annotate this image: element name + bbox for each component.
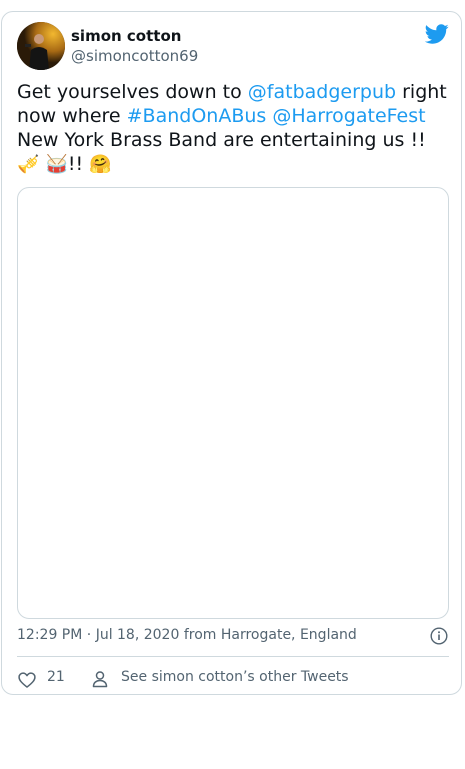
- tweet-text: Get yourselves down to @fatbadgerpub rig…: [17, 80, 457, 176]
- hugging-face-emoji: 🤗: [89, 154, 112, 175]
- divider: [17, 656, 449, 657]
- drum-emoji: 🥁: [45, 154, 68, 175]
- tweet-text-line-2: now where #BandOnABus @HarrogateFest: [17, 104, 457, 128]
- tweet-card: simon cotton @simoncotton69 Get yourselv…: [1, 11, 462, 695]
- meta-from: from: [179, 627, 221, 643]
- like-count[interactable]: 21: [47, 669, 65, 685]
- trumpet-emoji: 🎺: [17, 154, 40, 175]
- tweet-time[interactable]: 12:29 PM: [17, 627, 82, 643]
- mention-harrogatefest[interactable]: @HarrogateFest: [272, 105, 425, 127]
- tweet-date[interactable]: Jul 18, 2020: [96, 627, 180, 643]
- meta-separator: ·: [82, 627, 96, 643]
- avatar[interactable]: [17, 22, 65, 70]
- text-segment: Get yourselves down to: [17, 81, 248, 103]
- mention-fatbadgerpub[interactable]: @fatbadgerpub: [248, 81, 396, 103]
- hashtag-bandonabus[interactable]: #BandOnABus: [127, 105, 267, 127]
- twitter-bird-icon[interactable]: [425, 22, 449, 46]
- tweet-location[interactable]: Harrogate, England: [221, 627, 357, 643]
- text-segment: !!: [67, 153, 90, 175]
- text-segment: right: [396, 81, 447, 103]
- tweet-text-line-1: Get yourselves down to @fatbadgerpub rig…: [17, 80, 457, 104]
- author-name[interactable]: simon cotton: [71, 27, 181, 45]
- person-icon[interactable]: [91, 670, 109, 688]
- text-segment: now where: [17, 105, 127, 127]
- tweet-text-line-4: 🎺 🥁!! 🤗: [17, 152, 457, 176]
- tweet-metadata: 12:29 PM · Jul 18, 2020 from Harrogate, …: [17, 627, 357, 643]
- see-other-tweets-link[interactable]: See simon cotton’s other Tweets: [121, 669, 349, 685]
- author-handle[interactable]: @simoncotton69: [71, 47, 198, 65]
- heart-icon[interactable]: [17, 670, 37, 690]
- media-embed[interactable]: [17, 187, 449, 619]
- info-icon[interactable]: [430, 627, 448, 645]
- tweet-text-line-3: New York Brass Band are entertaining us …: [17, 129, 426, 151]
